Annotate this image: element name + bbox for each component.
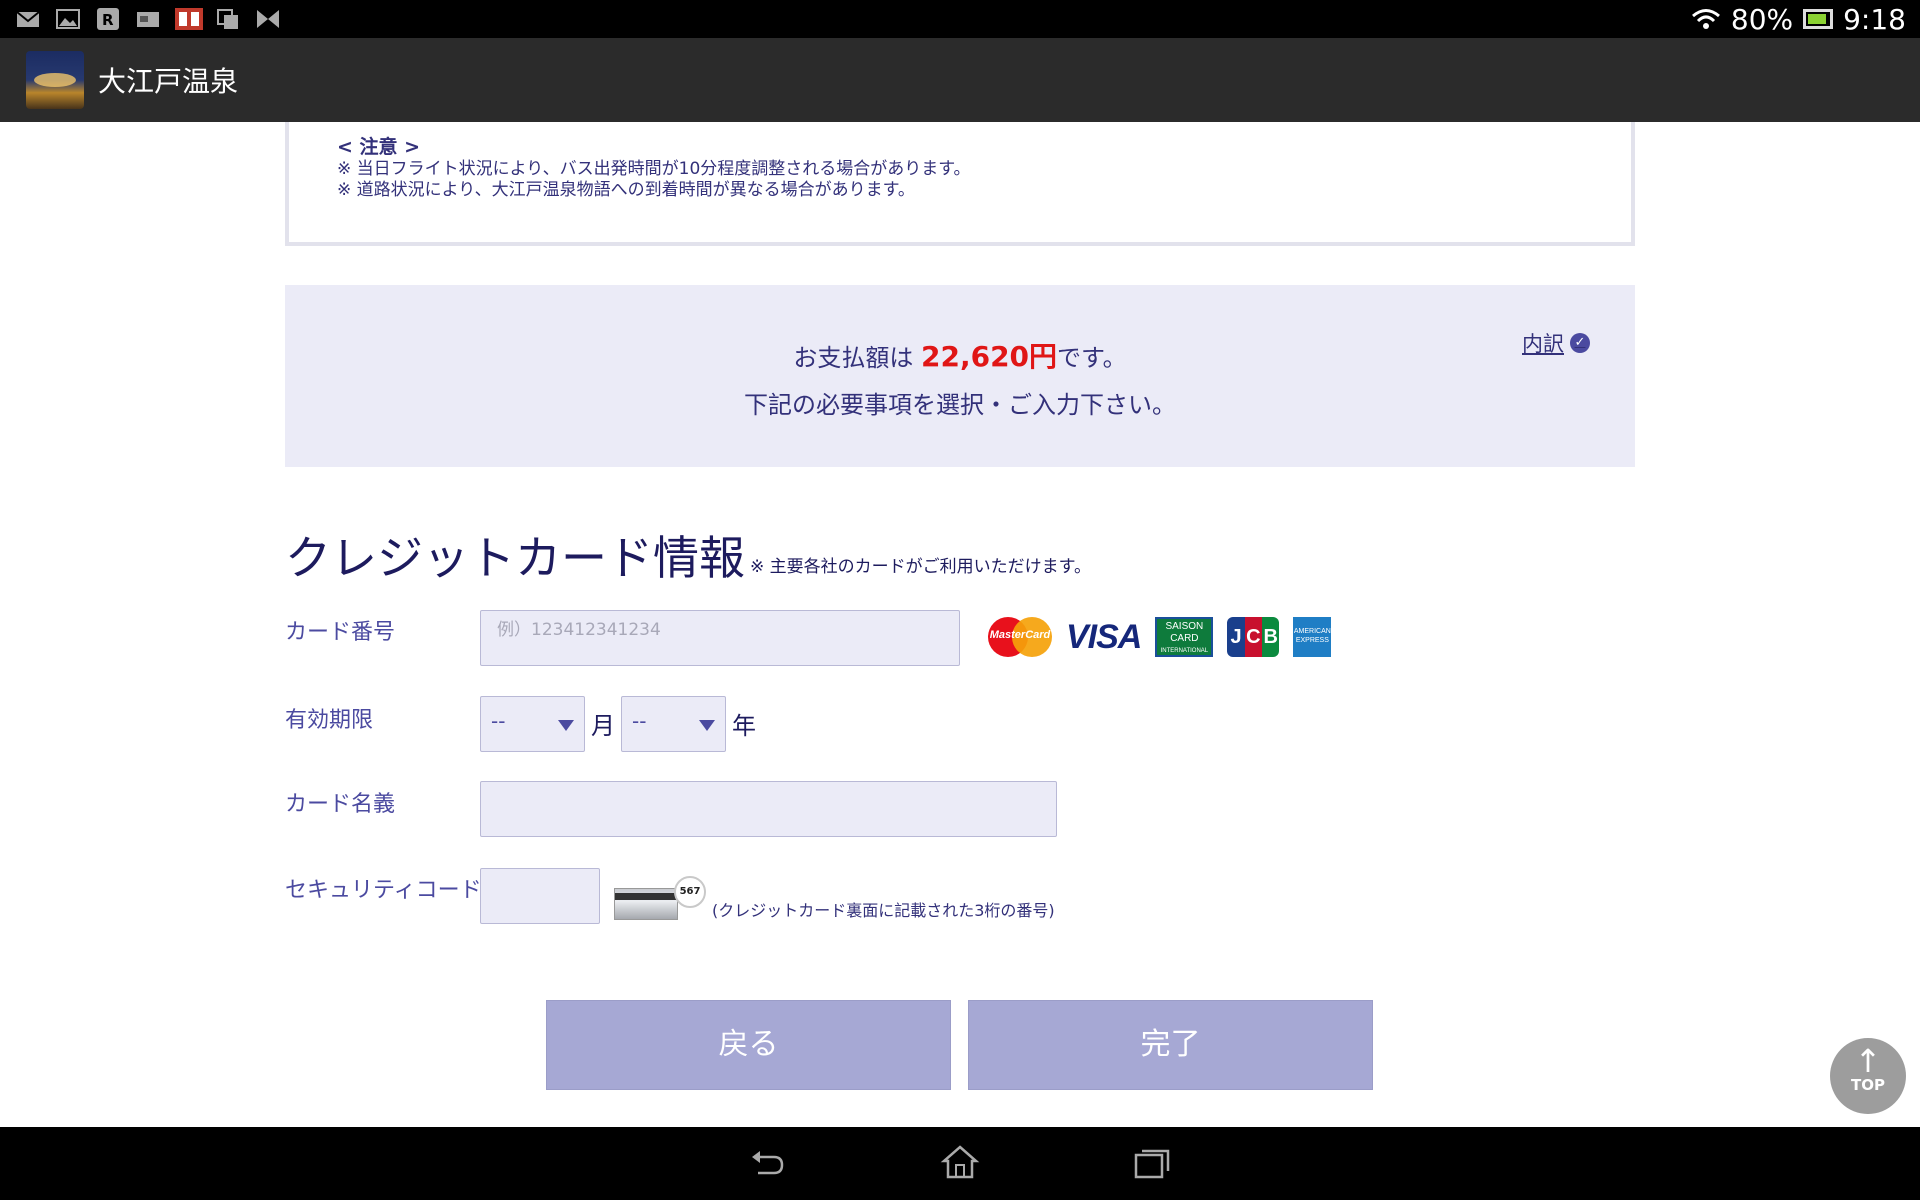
done-button[interactable]: 完了 (968, 1000, 1373, 1090)
bowtie-icon (257, 10, 279, 28)
status-right: 80% 9:18 (1691, 0, 1906, 38)
card-app-icon (137, 12, 159, 27)
card-name-input[interactable] (480, 781, 1057, 837)
card-number-placeholder: 例）123412341234 (497, 620, 661, 640)
svg-text:R: R (102, 11, 114, 29)
back-nav-icon[interactable] (748, 1143, 788, 1183)
navigation-bar (0, 1127, 1920, 1200)
month-unit: 月 (591, 712, 615, 740)
saison-card-logo: SAISON CARD INTERNATIONAL (1155, 617, 1214, 657)
top-label: TOP (1851, 1076, 1885, 1094)
section-title: クレジットカード情報 (285, 531, 745, 585)
app-title: 大江戸温泉 (98, 65, 239, 98)
security-code-hint: (クレジットカード裏面に記載された3桁の番号) (712, 901, 1055, 920)
check-circle-icon: ✓ (1570, 333, 1590, 353)
year-unit: 年 (732, 712, 756, 740)
r-app-icon: R (97, 8, 119, 30)
payment-prefix: お支払額は (793, 344, 921, 372)
mastercard-logo: MasterCard (988, 617, 1052, 657)
dropdown-arrow-icon (699, 720, 715, 731)
expiry-month-value: -- (491, 709, 506, 733)
copy-icon (217, 9, 238, 29)
battery-icon (1803, 9, 1834, 29)
notice-line: ※ 道路状況により、大江戸温泉物語への到着時間が異なる場合があります。 (337, 180, 915, 200)
breakdown-link[interactable]: 内訳 ✓ (1522, 328, 1590, 358)
expiry-label: 有効期限 (285, 708, 374, 733)
expiry-year-value: -- (632, 709, 647, 733)
credit-card-back-icon: 567 (614, 876, 706, 920)
section-note: ※ 主要各社のカードがご利用いただけます。 (750, 557, 1091, 577)
app-logo-icon[interactable] (26, 51, 84, 109)
security-code-input[interactable] (480, 868, 600, 924)
clock: 9:18 (1843, 2, 1906, 36)
arrow-up-icon: ↑ (1854, 1042, 1882, 1080)
action-bar: 大江戸温泉 (0, 38, 1920, 122)
card-number-label: カード番号 (285, 620, 396, 645)
gallery-icon (56, 9, 80, 29)
recent-apps-icon[interactable] (1132, 1143, 1172, 1183)
security-code-label: セキュリティコード (285, 878, 482, 903)
page-content[interactable]: < 注意 > ※ 当日フライト状況により、バス出発時間が10分程度調整される場合… (0, 122, 1920, 1127)
dropdown-arrow-icon (558, 720, 574, 731)
expiry-year-select[interactable]: -- (621, 696, 726, 752)
card-brand-logos: MasterCard VISA SAISON CARD INTERNATIONA… (988, 617, 1332, 657)
battery-percent: 80% (1730, 2, 1794, 36)
game-app-icon (175, 8, 203, 30)
visa-logo: VISA (1066, 617, 1142, 656)
card-name-label: カード名義 (285, 792, 396, 817)
expiry-month-select[interactable]: -- (480, 696, 585, 752)
scroll-top-button[interactable]: ↑ TOP (1830, 1038, 1906, 1114)
wifi-icon (1691, 9, 1720, 29)
notice-box: < 注意 > ※ 当日フライト状況により、バス出発時間が10分程度調整される場合… (285, 122, 1635, 246)
status-bar: R 80% 9:18 (0, 0, 1920, 38)
payment-amount: 22,620円 (920, 340, 1058, 373)
home-nav-icon[interactable] (940, 1143, 980, 1183)
payment-instruction: 下記の必要事項を選択・ご入力下さい。 (744, 391, 1176, 419)
payment-suffix: です。 (1057, 344, 1127, 372)
payment-summary: お支払額は 22,620円です。 下記の必要事項を選択・ご入力下さい。 内訳 ✓ (285, 285, 1635, 467)
mail-icon (16, 11, 40, 27)
breakdown-label: 内訳 (1522, 332, 1564, 356)
card-number-input[interactable]: 例）123412341234 (480, 610, 960, 666)
amex-logo: AMERICAN EXPRESS (1293, 617, 1332, 657)
jcb-logo: J C B (1227, 617, 1280, 657)
payment-amount-line: お支払額は 22,620円です。 (285, 335, 1635, 375)
back-button[interactable]: 戻る (546, 1000, 951, 1090)
